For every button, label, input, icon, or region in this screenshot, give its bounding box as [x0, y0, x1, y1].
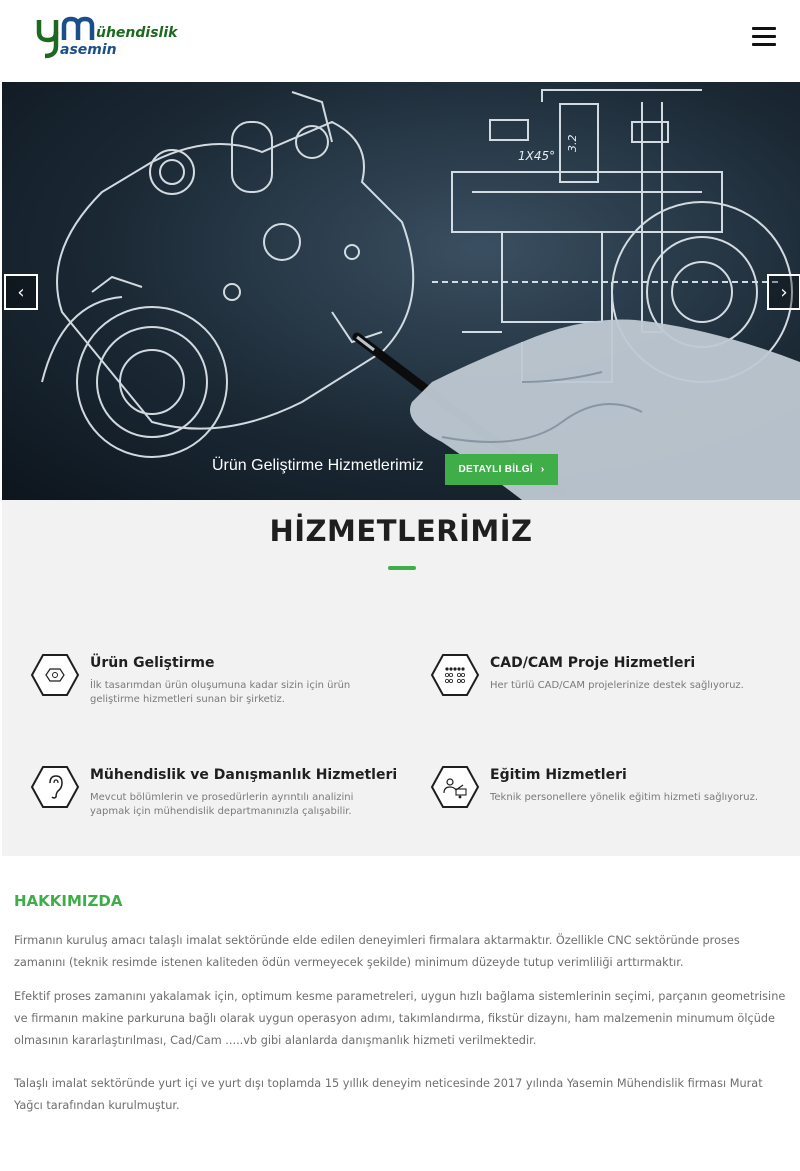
- details-button[interactable]: DETAYLI BİLGİ ›: [445, 454, 558, 485]
- site-header: ühendislik asemin: [0, 0, 800, 82]
- training-icon: [430, 766, 480, 808]
- chevron-right-icon: ›: [780, 281, 788, 303]
- product-icon: [30, 654, 80, 696]
- hero-slider: 1X45° 3.2 ‹ › Ürün Geliştirme Hizmetleri…: [2, 82, 800, 500]
- about-paragraph: Efektif proses zamanını yakalamak için, …: [14, 990, 786, 1047]
- slider-prev-button[interactable]: ‹: [4, 274, 38, 310]
- service-description: Teknik personellere yönelik eğitim hizme…: [490, 792, 759, 803]
- chevron-right-icon: ›: [540, 464, 545, 475]
- slider-next-button[interactable]: ›: [767, 274, 800, 310]
- service-title: Ürün Geliştirme: [90, 655, 215, 671]
- title-underline: [388, 566, 416, 570]
- about-paragraph: Firmanın kuruluş amacı talaşlı imalat se…: [14, 934, 740, 969]
- service-description: Her türlü CAD/CAM projelerinize destek s…: [490, 680, 744, 691]
- services-section: HİZMETLERİMİZ Ürün Geliştirme İlk tasarı…: [2, 500, 800, 856]
- menu-bar: [752, 35, 776, 38]
- service-item[interactable]: Eğitim Hizmetleri Teknik personellere yö…: [430, 765, 800, 825]
- about-title: HAKKIMIZDA: [14, 892, 123, 910]
- service-item[interactable]: Ürün Geliştirme İlk tasarımdan ürün oluş…: [30, 653, 400, 713]
- chevron-left-icon: ‹: [17, 281, 25, 303]
- blueprint-drawing-image: 1X45° 3.2: [41, 89, 800, 500]
- logo-text-bottom: asemin: [60, 42, 117, 58]
- ear-icon: [30, 766, 80, 808]
- hero-caption: Ürün Geliştirme Hizmetlerimiz: [212, 457, 424, 474]
- service-item[interactable]: CAD/CAM Proje Hizmetleri Her türlü CAD/C…: [430, 653, 800, 713]
- dimension-label: 3.2: [566, 135, 579, 153]
- menu-bar: [752, 27, 776, 30]
- logo-text-top: ühendislik: [96, 25, 178, 41]
- menu-bar: [752, 43, 776, 46]
- services-title: HİZMETLERİMİZ: [269, 514, 533, 548]
- details-button-label: DETAYLI BİLGİ: [458, 464, 533, 475]
- dots-grid-icon: [430, 654, 480, 696]
- site-logo[interactable]: ühendislik asemin: [36, 14, 196, 62]
- service-description: İlk tasarımdan ürün oluşumuna kadar sizi…: [90, 680, 351, 705]
- hamburger-menu-icon[interactable]: [752, 27, 776, 49]
- service-item[interactable]: Mühendislik ve Danışmanlık Hizmetleri Me…: [30, 765, 400, 825]
- about-paragraph: Talaşlı imalat sektöründe yurt içi ve yu…: [14, 1077, 763, 1112]
- service-title: CAD/CAM Proje Hizmetleri: [490, 655, 696, 671]
- service-title: Mühendislik ve Danışmanlık Hizmetleri: [90, 767, 398, 783]
- service-title: Eğitim Hizmetleri: [490, 767, 627, 783]
- service-description: Mevcut bölümlerin ve prosedürlerin ayrın…: [90, 792, 354, 817]
- about-section: HAKKIMIZDA Firmanın kuruluş amacı talaşl…: [0, 856, 800, 1171]
- dimension-label: 1X45°: [518, 149, 555, 163]
